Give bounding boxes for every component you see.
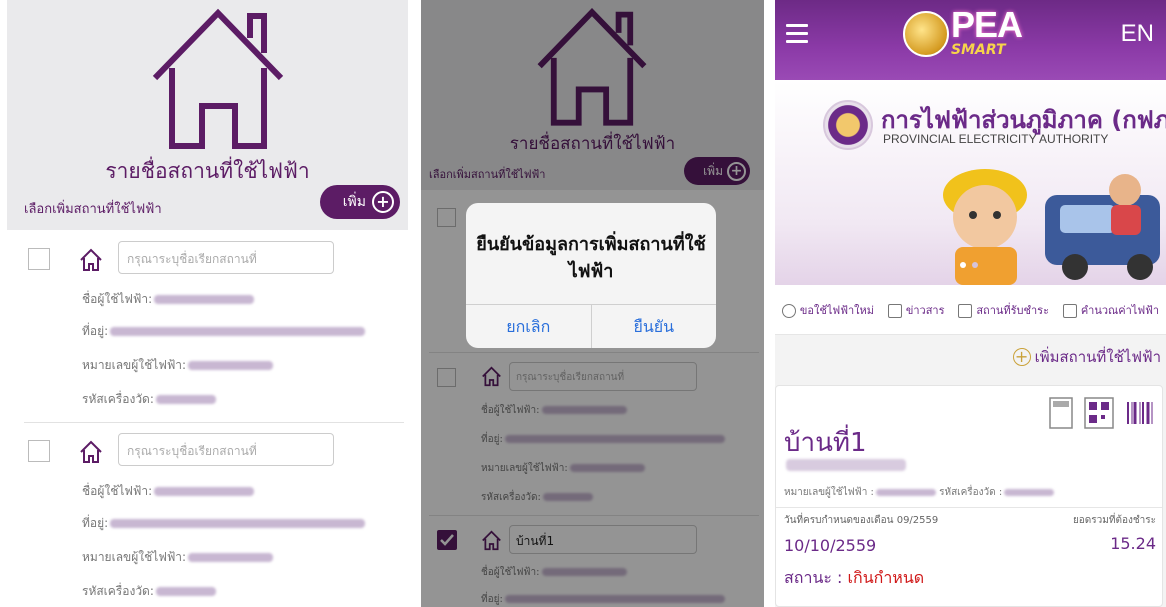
menu-payment-places[interactable]: สถานที่รับชำระ — [958, 301, 1049, 319]
panel-confirm-dialog: รายชื่อสถานที่ใช้ไฟฟ้า เลือกเพิ่มสถานที่… — [421, 0, 764, 607]
divider — [776, 507, 1162, 508]
home-icon — [80, 440, 102, 463]
add-place-link[interactable]: + เพิ่มสถานที่ใช้ไฟฟ้า — [1012, 345, 1161, 369]
cancel-button[interactable]: ยกเลิก — [466, 305, 592, 348]
menu-calculator[interactable]: คำนวณค่าไฟฟ้า — [1062, 301, 1159, 319]
place-card[interactable]: บ้านที่1 หมายเลขผู้ใช้ไฟฟ้า : รหัสเครื่อ… — [775, 385, 1163, 607]
plus-icon: + — [1012, 348, 1031, 366]
due-date: 10/10/2559 — [784, 536, 877, 555]
dialog-message: ยืนยันข้อมูลการเพิ่มสถานที่ใช้ไฟฟ้า — [476, 234, 706, 282]
meter-code-field: รหัสเครื่องวัด: — [82, 582, 216, 601]
banner: การไฟฟ้าส่วนภูมิภาค (กฟภ) PROVINCIAL ELE… — [775, 80, 1166, 285]
news-icon — [887, 303, 902, 318]
carousel-dot[interactable] — [972, 262, 978, 268]
account-number-field: หมายเลขผู้ใช้ไฟฟ้า : รหัสเครื่องวัด : — [784, 485, 1055, 500]
user-name-field: ชื่อผู้ใช้ไฟฟ้า: — [82, 290, 255, 309]
total-label: ยอดรวมที่ต้องชำระ — [1072, 515, 1156, 526]
account-number-field: หมายเลขผู้ใช้ไฟฟ้า: — [82, 356, 274, 375]
carousel-dot[interactable] — [960, 262, 966, 268]
bulb-icon — [781, 303, 796, 318]
app-logo-sub: SMART — [951, 42, 1006, 58]
bill-icon[interactable] — [1048, 396, 1074, 430]
place-name-input[interactable]: กรุณาระบุชื่อเรียกสถานที่ — [118, 433, 334, 466]
add-button-label: เพิ่ม — [342, 194, 366, 210]
panel-place-list: รายชื่อสถานที่ใช้ไฟฟ้า เลือกเพิ่มสถานที่… — [7, 0, 408, 607]
meter-code-field: รหัสเครื่องวัด: — [82, 390, 216, 409]
status-badge: เกินกำหนด — [847, 568, 925, 587]
amount-due: 15.24 — [1110, 534, 1156, 553]
add-button[interactable]: เพิ่ม + — [320, 185, 400, 219]
account-number-field: หมายเลขผู้ใช้ไฟฟ้า: — [82, 548, 274, 567]
panel-pea-home: PEA SMART EN การไฟฟ้าส่วนภูมิภาค (กฟภ) P… — [775, 0, 1166, 607]
qr-code-icon[interactable] — [1083, 396, 1115, 430]
calculator-icon — [1062, 303, 1077, 318]
pea-logo-icon — [903, 11, 949, 57]
place-name-input[interactable]: กรุณาระบุชื่อเรียกสถานที่ — [118, 241, 334, 274]
org-name-en: PROVINCIAL ELECTRICITY AUTHORITY — [883, 132, 1109, 146]
confirm-dialog: ยืนยันข้อมูลการเพิ่มสถานที่ใช้ไฟฟ้า ยกเล… — [466, 203, 716, 348]
item-checkbox[interactable] — [28, 440, 50, 462]
menu-new-service[interactable]: ขอใช้ไฟฟ้าใหม่ — [781, 301, 874, 319]
plus-icon: + — [372, 191, 394, 213]
menu-news[interactable]: ข่าวสาร — [887, 301, 945, 319]
quick-menu: ขอใช้ไฟฟ้าใหม่ ข่าวสาร สถานที่รับชำระ คำ… — [775, 285, 1166, 335]
home-icon — [80, 248, 102, 271]
hamburger-icon[interactable] — [786, 24, 808, 48]
divider — [24, 422, 404, 423]
house-icon — [152, 8, 284, 149]
confirm-button[interactable]: ยืนยัน — [592, 305, 717, 348]
app-header: PEA SMART EN — [775, 0, 1166, 80]
user-name-field: ชื่อผู้ใช้ไฟฟ้า: — [82, 482, 255, 501]
due-label: วันที่ครบกำหนดของเดือน 09/2559 — [784, 515, 939, 526]
owner-name — [784, 454, 906, 473]
address-field: ที่อยู่: — [82, 514, 366, 533]
app-logo: PEA — [951, 4, 1023, 45]
add-hint: เลือกเพิ่มสถานที่ใช้ไฟฟ้า — [24, 202, 162, 217]
hero-area: รายชื่อสถานที่ใช้ไฟฟ้า เลือกเพิ่มสถานที่… — [7, 0, 408, 230]
barcode-icon[interactable] — [1122, 396, 1158, 430]
address-field: ที่อยู่: — [82, 322, 366, 341]
page-title: รายชื่อสถานที่ใช้ไฟฟ้า — [105, 159, 310, 183]
counter-icon — [958, 303, 973, 318]
language-toggle[interactable]: EN — [1121, 20, 1154, 48]
status-text: สถานะ : เกินกำหนด — [784, 568, 925, 587]
pea-seal-icon — [823, 100, 873, 150]
item-checkbox[interactable] — [28, 248, 50, 270]
